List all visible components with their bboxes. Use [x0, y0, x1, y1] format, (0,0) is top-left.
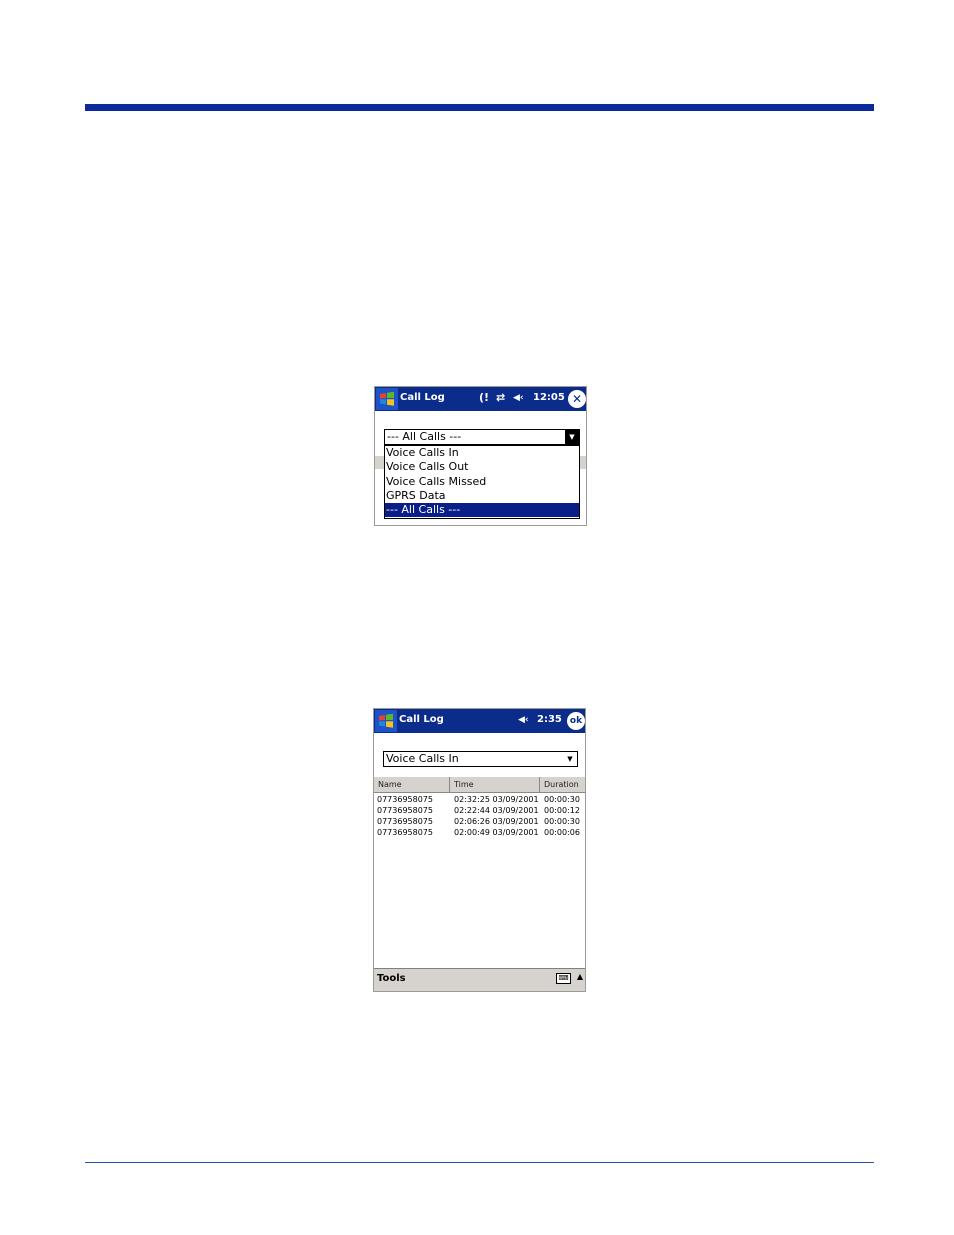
volume-icon[interactable]: ◀‹ — [513, 391, 524, 405]
app-title: Call Log — [400, 392, 445, 403]
chevron-down-icon[interactable]: ▼ — [565, 430, 579, 444]
table-row[interactable]: 07736958075 02:32:25 03/09/2001 00:00:30 — [374, 794, 585, 805]
tools-menu[interactable]: Tools — [377, 973, 406, 984]
column-header-duration[interactable]: Duration — [540, 777, 585, 792]
call-list-header: Name Time Duration — [374, 777, 585, 793]
cell-time: 02:22:44 03/09/2001 — [454, 806, 539, 815]
clock[interactable]: 2:35 — [537, 714, 562, 725]
start-button[interactable] — [376, 388, 398, 410]
call-filter-combo[interactable]: --- All Calls --- ▼ — [384, 429, 580, 445]
call-log-screen-list: Call Log ◀‹ 2:35 ok Voice Calls In ▼ Nam… — [373, 708, 586, 992]
column-header-name[interactable]: Name — [374, 777, 450, 792]
title-bar: Call Log ◀‹ 2:35 ok — [374, 709, 585, 733]
sip-arrow-icon[interactable]: ▲ — [577, 972, 583, 981]
title-bar: Call Log (! ⇄ ◀‹ 12:05 ✕ — [375, 387, 586, 411]
chevron-down-icon[interactable]: ▼ — [563, 752, 577, 766]
cell-duration: 00:00:12 — [544, 806, 580, 815]
signal-icon[interactable]: (! — [479, 391, 489, 405]
windows-flag-icon — [379, 713, 393, 728]
header-rule — [85, 104, 874, 111]
app-title: Call Log — [399, 714, 444, 725]
keyboard-icon[interactable]: ⌨ — [556, 973, 571, 984]
volume-icon[interactable]: ◀‹ — [518, 713, 529, 727]
cell-name: 07736958075 — [377, 817, 433, 826]
cell-name: 07736958075 — [377, 828, 433, 837]
start-button[interactable] — [375, 710, 397, 732]
combo-value: --- All Calls --- — [387, 430, 462, 443]
connectivity-icon[interactable]: ⇄ — [496, 391, 505, 405]
menu-bar: Tools ⌨ ▲ — [374, 968, 585, 991]
table-row[interactable]: 07736958075 02:06:26 03/09/2001 00:00:30 — [374, 816, 585, 827]
cell-time: 02:00:49 03/09/2001 — [454, 828, 539, 837]
column-header-time[interactable]: Time — [450, 777, 540, 792]
cell-name: 07736958075 — [377, 795, 433, 804]
cell-time: 02:32:25 03/09/2001 — [454, 795, 539, 804]
ok-button[interactable]: ok — [567, 712, 585, 730]
clock[interactable]: 12:05 — [533, 392, 565, 403]
call-filter-dropdown: Voice Calls In Voice Calls Out Voice Cal… — [384, 445, 580, 519]
cell-time: 02:06:26 03/09/2001 — [454, 817, 539, 826]
windows-flag-icon — [380, 391, 394, 406]
cell-duration: 00:00:30 — [544, 795, 580, 804]
dropdown-option[interactable]: Voice Calls In — [385, 446, 579, 460]
footer-rule — [85, 1162, 874, 1163]
dropdown-option-selected[interactable]: --- All Calls --- — [385, 503, 579, 518]
combo-value: Voice Calls In — [386, 752, 459, 765]
call-filter-combo[interactable]: Voice Calls In ▼ — [383, 751, 578, 767]
cell-duration: 00:00:06 — [544, 828, 580, 837]
call-log-screen-dropdown: Call Log (! ⇄ ◀‹ 12:05 ✕ --- All Calls -… — [374, 386, 587, 526]
dropdown-option[interactable]: Voice Calls Missed — [385, 475, 579, 489]
table-row[interactable]: 07736958075 02:00:49 03/09/2001 00:00:06 — [374, 827, 585, 838]
dropdown-option[interactable]: GPRS Data — [385, 489, 579, 503]
dropdown-option[interactable]: Voice Calls Out — [385, 460, 579, 474]
cell-name: 07736958075 — [377, 806, 433, 815]
table-row[interactable]: 07736958075 02:22:44 03/09/2001 00:00:12 — [374, 805, 585, 816]
cell-duration: 00:00:30 — [544, 817, 580, 826]
close-button[interactable]: ✕ — [568, 390, 586, 408]
